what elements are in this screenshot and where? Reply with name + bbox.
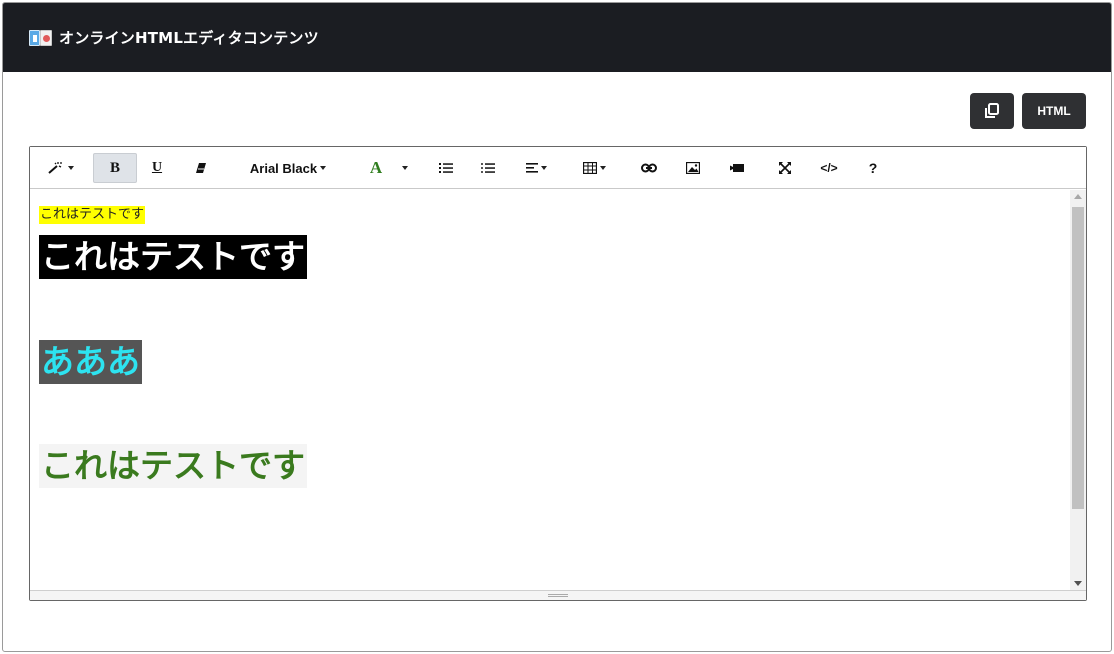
insert-video-button[interactable] <box>724 153 750 183</box>
copy-icon <box>985 103 999 118</box>
text-color-dropdown[interactable] <box>396 153 410 183</box>
content-line-highlighted-small: これはテストです <box>39 206 146 224</box>
bold-button[interactable]: B <box>93 153 137 183</box>
fullscreen-icon <box>779 162 791 174</box>
app-frame: オンラインHTMLエディタコンテンツ HTML B U Arial Black … <box>2 2 1112 652</box>
insert-image-button[interactable] <box>680 153 706 183</box>
link-icon <box>641 163 657 173</box>
html-button[interactable]: HTML <box>1022 93 1086 129</box>
image-icon <box>686 162 700 174</box>
table-dropdown[interactable] <box>578 153 610 183</box>
copy-button[interactable] <box>970 93 1014 129</box>
magic-wand-icon <box>47 162 62 174</box>
text-color-icon: A <box>369 158 383 177</box>
editor-scrollbar[interactable] <box>1070 190 1086 590</box>
table-icon <box>582 162 597 174</box>
font-family-label: Arial Black <box>249 160 318 176</box>
underline-button[interactable]: U <box>142 153 172 183</box>
eraser-icon <box>196 163 206 173</box>
editor-content-area[interactable]: これはテストです これはテストです あああ これはテストです <box>30 190 1070 590</box>
ordered-list-icon <box>481 163 495 173</box>
content-line-black-background: これはテストです <box>39 235 307 279</box>
clear-format-button[interactable] <box>188 153 214 183</box>
code-view-icon: </> <box>820 161 838 175</box>
video-icon <box>730 164 744 172</box>
scroll-down-arrow-icon[interactable] <box>1074 581 1082 586</box>
text-color-button[interactable]: A <box>364 153 388 183</box>
insert-link-button[interactable] <box>636 153 662 183</box>
paragraph-align-dropdown[interactable] <box>520 153 552 183</box>
rich-text-editor: B U Arial Black A </> ? これはテストです これはテストで… <box>29 146 1087 601</box>
help-button[interactable]: ? <box>860 153 886 183</box>
code-view-button[interactable]: </> <box>816 153 842 183</box>
align-left-icon <box>525 163 538 173</box>
editor-toolbar: B U Arial Black A </> ? <box>30 147 1086 189</box>
ordered-list-button[interactable] <box>476 153 500 183</box>
font-family-dropdown[interactable]: Arial Black <box>240 153 336 183</box>
resize-grip-icon <box>548 594 568 595</box>
unordered-list-button[interactable] <box>434 153 458 183</box>
top-navbar: オンラインHTMLエディタコンテンツ <box>3 3 1111 72</box>
scroll-up-arrow-icon[interactable] <box>1074 194 1082 199</box>
content-line-cyan-text: あああ <box>39 340 142 384</box>
fullscreen-button[interactable] <box>772 153 798 183</box>
editor-resize-handle[interactable] <box>30 590 1086 600</box>
style-dropdown-button[interactable] <box>42 153 78 183</box>
app-title: オンラインHTMLエディタコンテンツ <box>59 29 319 47</box>
underline-label: U <box>151 160 163 175</box>
editor-logo-icon <box>29 28 53 48</box>
content-line-green-text: これはテストです <box>39 444 307 488</box>
unordered-list-icon <box>439 163 453 173</box>
scrollbar-thumb[interactable] <box>1072 207 1084 509</box>
bold-label: B <box>109 159 120 176</box>
help-icon: ? <box>868 160 878 176</box>
